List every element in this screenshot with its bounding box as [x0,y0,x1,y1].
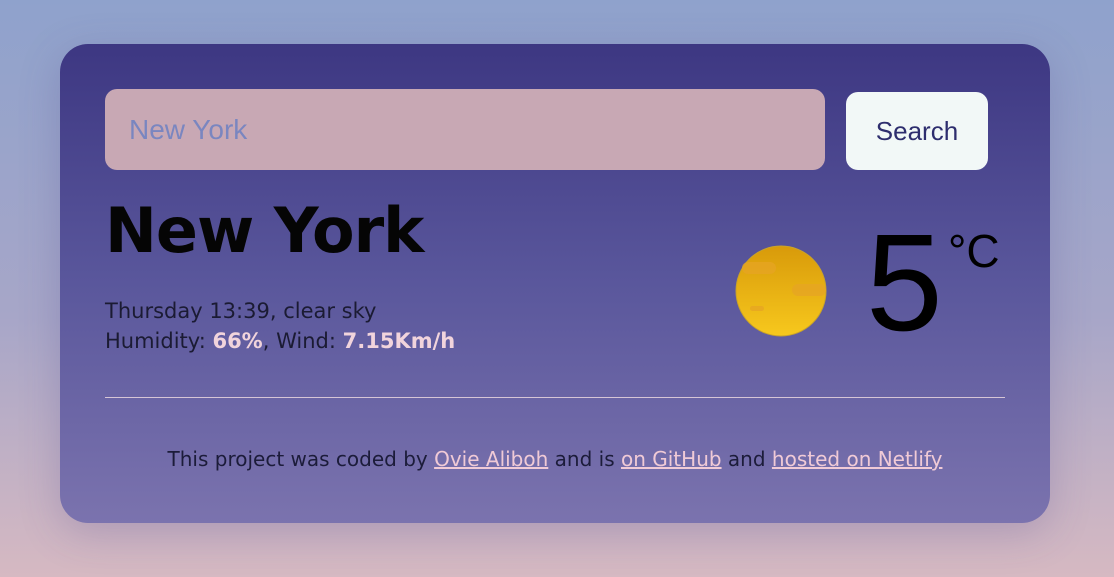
temperature-value: 5 [866,206,943,360]
footer: This project was coded by Ovie Aliboh an… [60,447,1050,471]
sun-icon [735,245,827,337]
date-description-line: Thursday 13:39, clear sky [105,299,377,323]
city-name: New York [105,194,424,267]
humidity-value: 66% [212,329,263,353]
divider [105,397,1005,398]
footer-and: and [727,447,766,471]
temperature-unit[interactable]: °C [948,224,1000,278]
author-link[interactable]: Ovie Aliboh [434,447,548,471]
netlify-link[interactable]: hosted on Netlify [772,447,943,471]
humidity-label: Humidity: [105,329,206,353]
weather-details: Thursday 13:39, clear sky Humidity: 66%,… [105,296,455,356]
footer-middle: and is [554,447,615,471]
humidity-wind-line: Humidity: 66%, Wind: 7.15Km/h [105,329,456,353]
wind-label: Wind: [276,329,336,353]
weather-card: Search New York Thursday 13:39, clear sk… [60,44,1050,523]
day-time: Thursday 13:39 [105,299,270,323]
search-button[interactable]: Search [846,92,988,170]
github-link[interactable]: on GitHub [621,447,722,471]
city-search-input[interactable] [105,89,825,170]
wind-value: 7.15Km/h [342,329,456,353]
weather-description: clear sky [283,299,377,323]
footer-prefix: This project was coded by [167,447,428,471]
